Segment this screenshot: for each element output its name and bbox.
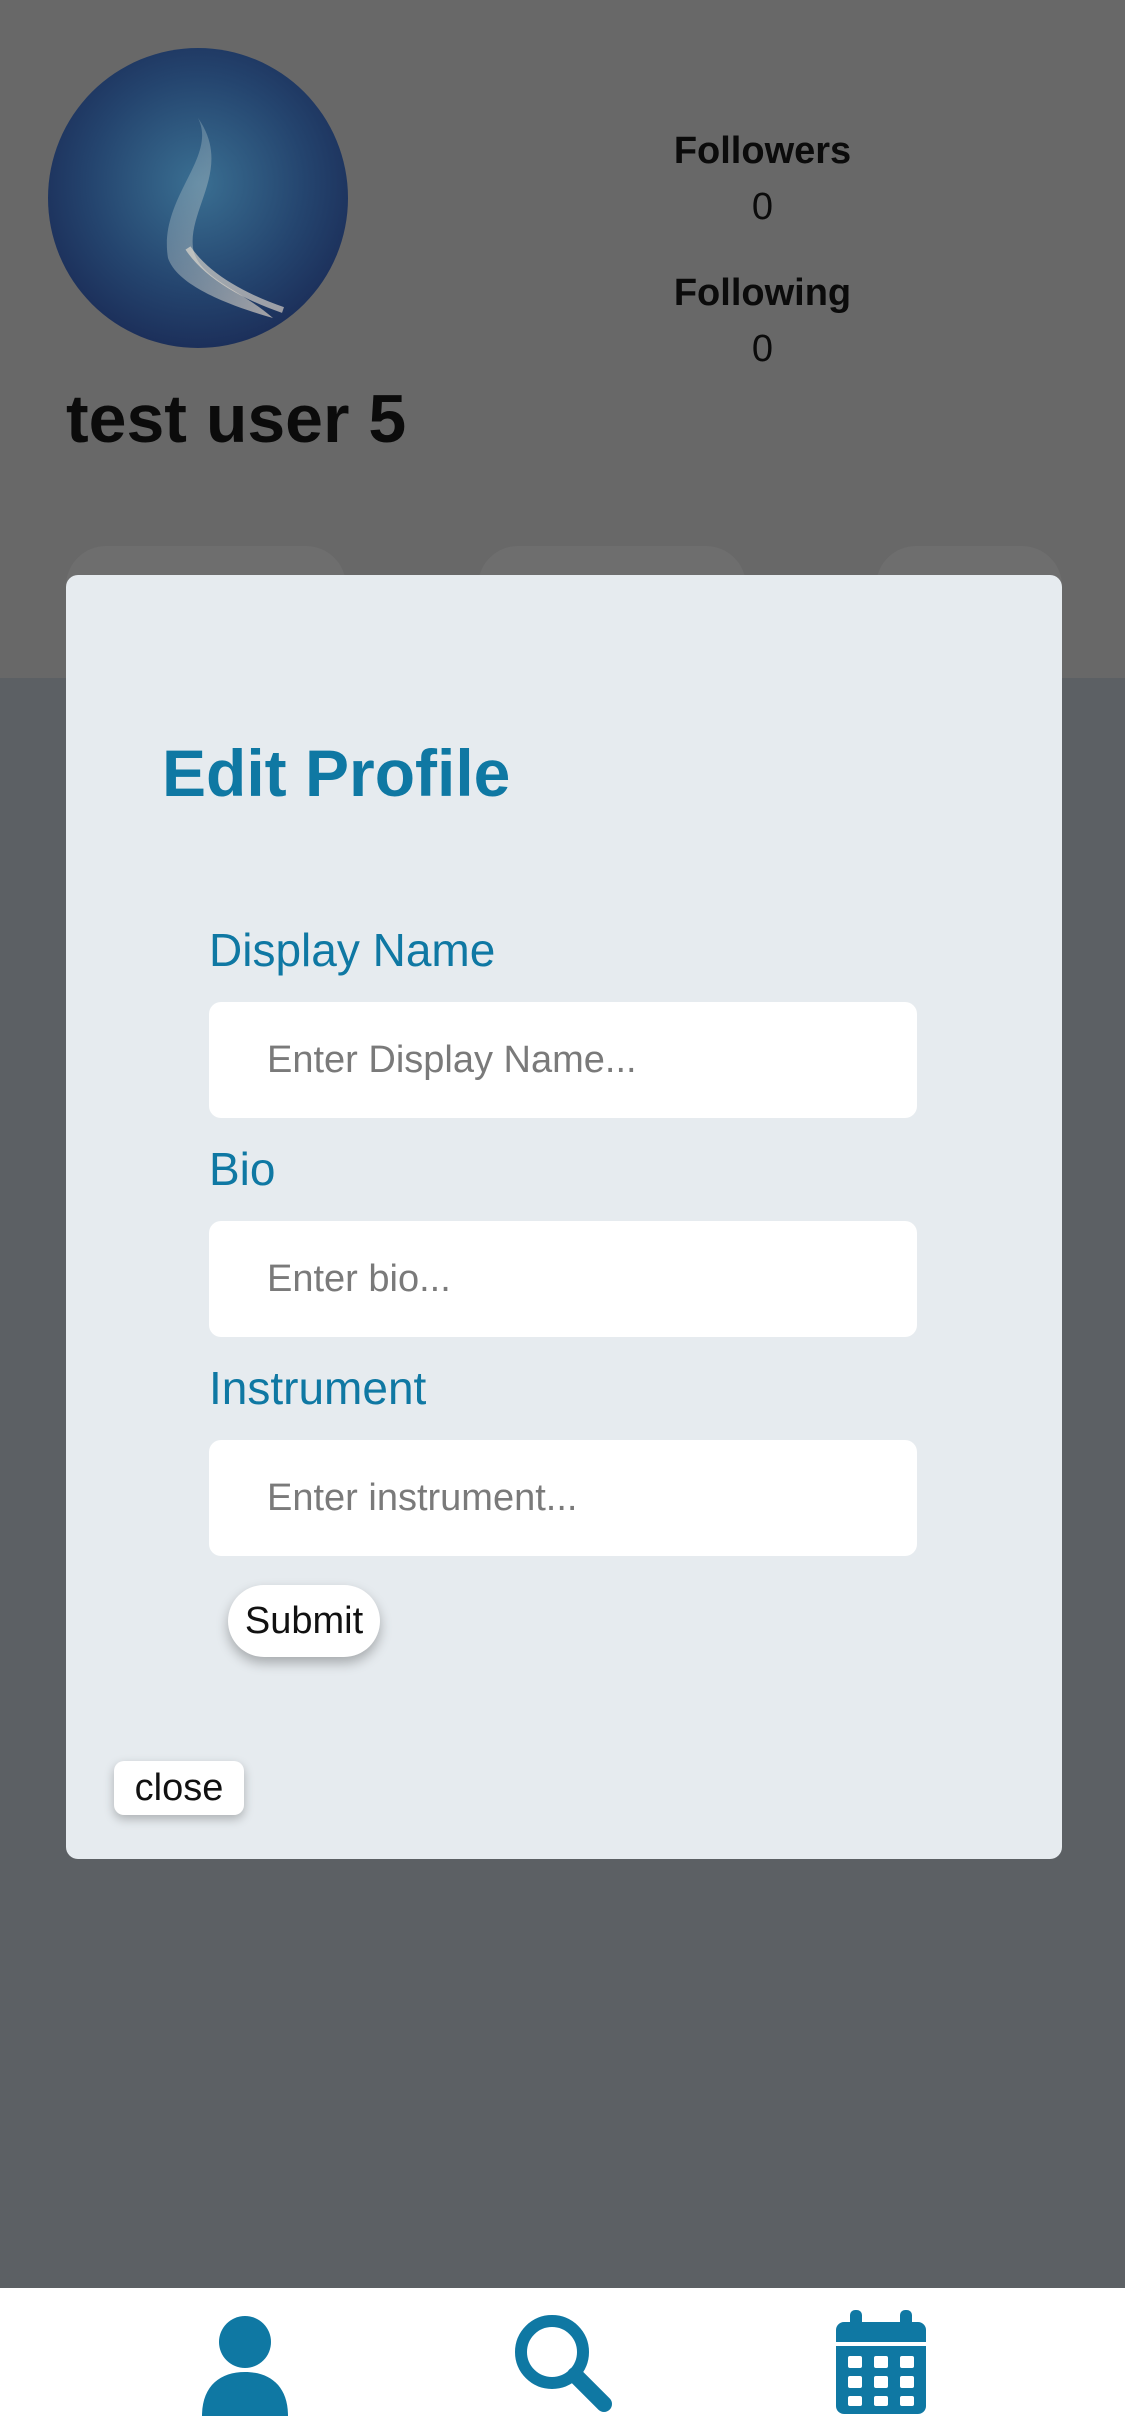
display-name-input[interactable] xyxy=(209,1002,917,1118)
user-icon xyxy=(202,2316,288,2416)
display-name-label: Display Name xyxy=(209,924,496,976)
following-count: 0 xyxy=(751,328,774,370)
modal-title: Edit Profile xyxy=(162,736,511,810)
nav-calendar[interactable] xyxy=(826,2308,936,2418)
calendar-icon xyxy=(836,2310,926,2414)
bottom-nav xyxy=(0,2288,1125,2436)
following-label: Following xyxy=(673,272,852,314)
avatar xyxy=(48,48,348,348)
nav-search[interactable] xyxy=(508,2308,618,2418)
username: test user 5 xyxy=(66,381,407,457)
submit-button[interactable]: Submit xyxy=(228,1585,380,1657)
bio-label: Bio xyxy=(209,1143,276,1195)
followers-count: 0 xyxy=(751,186,774,228)
edit-profile-modal: Edit Profile Display Name Bio Instrument… xyxy=(66,575,1062,1859)
search-icon xyxy=(515,2315,612,2412)
nav-profile[interactable] xyxy=(190,2308,300,2418)
instrument-label: Instrument xyxy=(209,1362,427,1414)
close-button[interactable]: close xyxy=(114,1761,244,1815)
bio-input[interactable] xyxy=(209,1221,917,1337)
instrument-input[interactable] xyxy=(209,1440,917,1556)
followers-label: Followers xyxy=(673,130,852,172)
